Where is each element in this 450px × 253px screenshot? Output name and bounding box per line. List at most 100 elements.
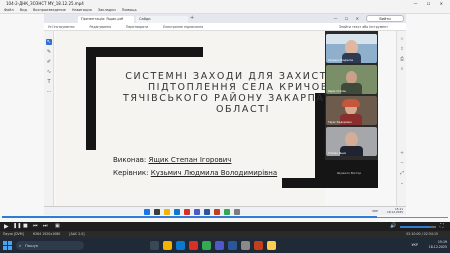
recorded-new-tab-icon: + xyxy=(190,15,195,21)
recorded-tab-slides: Сайди xyxy=(136,15,188,23)
volume-icon[interactable]: 🔊 xyxy=(390,222,396,231)
recorded-start-icon xyxy=(144,208,150,215)
participant-tile: Ящик Степан xyxy=(326,65,377,94)
slide-title: СИСТЕМНІ ЗАХОДИ ДЛЯ ЗАХИСТУ ВІД ПІДТОПЛЕ… xyxy=(123,71,325,115)
slide-title-line-1: СИСТЕМНІ ЗАХОДИ ДЛЯ ЗАХИСТУ ВІД xyxy=(125,71,325,82)
search-icon: ⌕ xyxy=(400,67,404,72)
menu-bookmarks[interactable]: Закладки xyxy=(98,8,116,12)
participant-tile: Тарас Федорович xyxy=(326,96,377,125)
status-time: 02:10:00 / 02:34:15 xyxy=(406,232,438,236)
player-window-controls[interactable]: — ☐ ✕ xyxy=(414,0,447,7)
slide-supervisor: Керівник: Кузьмич Людмила Володимирівна xyxy=(113,169,277,177)
participant-name: Степан Ящик xyxy=(328,152,347,155)
recorded-right-tools: ☆ ⇪ ⎙ ⌕ + − ⤢ ⌄ xyxy=(396,31,406,214)
menu-view[interactable]: Вид xyxy=(20,8,27,12)
recorded-toolbar-all-tools: Усі інструменти xyxy=(48,25,75,29)
recorded-tab-bar: Презентація: Ящик.pdf Сайди + — ☐ ✕ Вийт… xyxy=(44,14,406,23)
slide-title-line-2: ПІДТОПЛЕННЯ СЕЛА КРИЧОВО xyxy=(147,82,325,93)
recorded-clock: 15:11 18.12.2025 xyxy=(387,207,403,216)
host-clock[interactable]: 15:19 18.12.2025 xyxy=(429,240,447,250)
participant-tile: Кузьмич Людмила xyxy=(326,34,377,63)
slide-supervisor-label: Керівник: xyxy=(113,169,149,177)
status-state: Пауза [DVM] xyxy=(3,232,24,236)
teams-icon[interactable] xyxy=(215,241,224,250)
recorded-pdf-toolbar: Усі інструменти Редагування Перетворити … xyxy=(44,23,406,31)
participant-name-bottom: Шумило Віктор xyxy=(337,171,362,175)
player-status-bar: Пауза [DVM] H264 1920x1080 [AAC 2.0] 02:… xyxy=(0,231,450,238)
recorded-search-icon xyxy=(154,208,160,215)
edge-icon[interactable] xyxy=(176,241,185,250)
pdf-reader-icon[interactable] xyxy=(189,241,198,250)
slide-title-line-4: ОБЛАСТІ xyxy=(215,104,271,115)
recorded-edge-icon xyxy=(174,208,180,215)
recorded-pdf-icon xyxy=(184,208,190,215)
player-controls: ▶ ❚❚ ■ ⏮ ⏭ ▣ 🔊 ⛶ xyxy=(0,222,450,231)
media-player-icon[interactable] xyxy=(241,241,250,250)
fit-page-icon: ⤢ xyxy=(400,171,404,176)
recorded-toolbar-edit: Редагування xyxy=(89,25,112,29)
participant-avatar xyxy=(345,132,358,147)
host-language[interactable]: УКР xyxy=(411,238,418,253)
pause-icon[interactable]: ❚❚ xyxy=(13,222,21,231)
recorded-taskbar: УКР 15:11 18.12.2025 xyxy=(44,206,406,215)
play-icon[interactable]: ▶ xyxy=(4,222,9,231)
recorded-exit-button: Вийти xyxy=(366,15,404,22)
participant-tile: Степан Ящик xyxy=(326,127,377,156)
recorded-tab-presentation: Презентація: Ящик.pdf xyxy=(78,15,134,23)
menu-file[interactable]: Файл xyxy=(4,8,14,12)
participant-name: Кузьмич Людмила xyxy=(328,59,354,62)
file-explorer-icon[interactable] xyxy=(163,241,172,250)
print-icon: ⎙ xyxy=(400,57,404,62)
participant-name: Тарас Федорович xyxy=(328,121,352,124)
recorded-word-icon xyxy=(204,208,210,215)
cursor-tool-icon: ↖ xyxy=(46,39,52,45)
status-video: H264 1920x1080 xyxy=(32,232,61,236)
comment-tool-icon: ✎ xyxy=(46,49,52,55)
recorded-left-tools: ↖ ✎ ✐ ∿ T ⋯ xyxy=(44,31,54,214)
highlight-tool-icon: ✐ xyxy=(46,59,52,65)
previous-icon[interactable]: ⏮ xyxy=(33,222,38,231)
participant-hair xyxy=(342,99,360,107)
menu-help[interactable]: Помощь xyxy=(122,8,137,12)
next-icon[interactable]: ⏭ xyxy=(43,222,48,231)
participant-name-panel: Шумило Віктор xyxy=(325,160,378,188)
status-audio: [AAC 2.0] xyxy=(69,232,85,236)
text-tool-icon: T xyxy=(47,79,51,85)
volume-slider[interactable] xyxy=(400,226,436,228)
player-titlebar: 104-2-ДНК_ЗОЗНСТ МУ_18.12.25.mp4 — ☐ ✕ xyxy=(0,0,450,7)
frame-step-icon[interactable]: ▣ xyxy=(55,222,60,231)
participant-name: Ящик Степан xyxy=(328,90,347,93)
menu-playback[interactable]: Воспроизведение xyxy=(33,8,66,12)
recorded-app-icon xyxy=(234,208,240,215)
player-title: 104-2-ДНК_ЗОЗНСТ МУ_18.12.25.mp4 xyxy=(6,1,84,6)
fullscreen-icon[interactable]: ⛶ xyxy=(440,222,444,231)
host-taskbar: ⌕ Пошук УКР 15:19 18.12.2025 xyxy=(0,238,450,253)
recorded-toolbar-esign: Електронне підписання xyxy=(163,25,204,29)
powerpoint-icon[interactable] xyxy=(254,241,263,250)
zoom-out-icon: − xyxy=(400,161,404,166)
recorded-chrome-icon xyxy=(224,208,230,215)
recorded-ppt-icon xyxy=(214,208,220,215)
page-down-icon: ⌄ xyxy=(400,181,404,186)
zoom-in-icon: + xyxy=(400,151,404,156)
recorded-toolbar-convert: Перетворити xyxy=(126,25,149,29)
search-icon: ⌕ xyxy=(19,243,22,248)
seek-progress xyxy=(2,216,377,218)
stop-icon[interactable]: ■ xyxy=(23,222,28,231)
slide-author: Виконав: Ящик Степан Ігорович xyxy=(113,156,231,164)
task-view-icon[interactable] xyxy=(150,241,159,250)
seek-bar[interactable] xyxy=(2,215,448,219)
slide-author-label: Виконав: xyxy=(113,156,147,164)
word-icon[interactable] xyxy=(228,241,237,250)
slide-author-name: Ящик Степан Ігорович xyxy=(148,156,232,164)
chrome-icon[interactable] xyxy=(202,241,211,250)
recorded-teams-icon xyxy=(194,208,200,215)
slide-supervisor-name: Кузьмич Людмила Володимирівна xyxy=(150,169,278,177)
windows-start-icon[interactable] xyxy=(3,241,12,250)
folder-icon[interactable] xyxy=(267,241,276,250)
host-search-box[interactable]: ⌕ Пошук xyxy=(16,241,84,250)
menu-navigation[interactable]: Навигация xyxy=(72,8,92,12)
more-tools-icon: ⋯ xyxy=(46,89,52,95)
recorded-toolbar-search: Знайти текст або інструмент xyxy=(338,25,388,29)
host-date: 18.12.2025 xyxy=(428,245,447,249)
